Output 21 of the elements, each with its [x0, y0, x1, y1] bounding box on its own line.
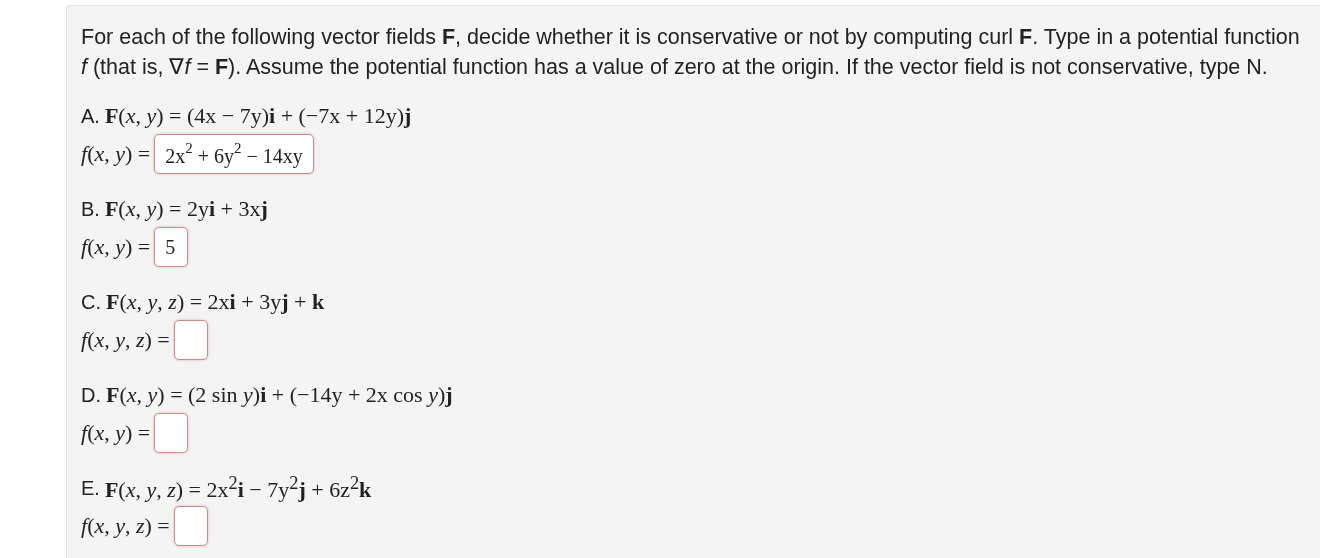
- vector-field-formula: F(x, y, z) = 2xi + 3yj + k: [106, 289, 325, 315]
- vector-field-formula: F(x, y) = (2 sin y)i + (−14y + 2x cos y)j: [106, 382, 453, 408]
- vector-field-formula: F(x, y) = (4x − 7y)i + (−7x + 12y)j: [104, 103, 412, 129]
- vector-field-formula: F(x, y) = 2yi + 3xj: [104, 196, 268, 222]
- answer-field[interactable]: [173, 320, 208, 360]
- part-label: C.: [81, 290, 101, 314]
- potential-label: f(x, y) =: [81, 420, 151, 446]
- instructions-text: For each of the following vector fields F, decide whether it is conservative or not by computing curl F. Type in a potential function f (that is, ∇f = F). Assume the potential function has a value of zero at the origin. If the vector field is not conservative, type N.: [81, 24, 1301, 81]
- potential-label: f(x, y) =: [81, 234, 151, 260]
- answer-field[interactable]: [173, 506, 208, 546]
- part-label: A.: [81, 104, 100, 128]
- vector-field-formula: F(x, y, z) = 2x$^{2}$i − 7y$^{2}$j + 6z$^{2}$k: [104, 472, 372, 504]
- part-label: E.: [81, 476, 100, 500]
- part-label: B.: [81, 197, 100, 221]
- answer-field[interactable]: [154, 413, 189, 453]
- potential-label: f(x, y, z) =: [81, 513, 170, 539]
- potential-label: f(x, y, z) =: [81, 327, 170, 353]
- answer-field[interactable]: 2x$^{2}$ + 6y$^{2}$ − 14xy: [154, 134, 314, 174]
- potential-label: f(x, y) =: [81, 141, 151, 167]
- answer-field[interactable]: 5: [154, 227, 189, 267]
- part-label: D.: [81, 383, 101, 407]
